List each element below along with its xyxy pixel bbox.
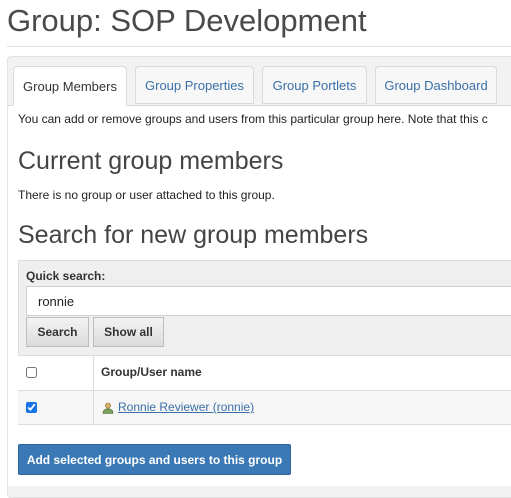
- tab-label: Group Properties: [145, 77, 244, 93]
- empty-members-note: There is no group or user attached to th…: [18, 188, 275, 202]
- column-header-name: Group/User name: [101, 365, 202, 379]
- tab-label: Group Dashboard: [384, 77, 488, 93]
- results-header-row: [18, 355, 511, 390]
- tab-group-members[interactable]: Group Members: [13, 66, 127, 106]
- add-selected-button[interactable]: Add selected groups and users to this gr…: [18, 444, 291, 475]
- show-all-button[interactable]: Show all: [93, 317, 164, 347]
- table-row: [18, 390, 511, 425]
- tab-label: Group Members: [23, 78, 117, 94]
- current-members-heading: Current group members: [18, 147, 284, 175]
- quick-search-label: Quick search:: [26, 269, 106, 283]
- quick-search-input[interactable]: [26, 286, 511, 316]
- tab-label: Group Portlets: [272, 77, 357, 93]
- user-link-ronnie[interactable]: Ronnie Reviewer (ronnie): [118, 400, 254, 414]
- row-checkbox[interactable]: [26, 402, 37, 413]
- select-all-checkbox[interactable]: [26, 367, 37, 378]
- search-members-heading: Search for new group members: [18, 221, 369, 249]
- page-title: Group: SOP Development: [7, 3, 367, 38]
- tab-group-dashboard[interactable]: Group Dashboard: [375, 66, 497, 104]
- tab-group-properties[interactable]: Group Properties: [135, 66, 254, 104]
- tab-group-portlets[interactable]: Group Portlets: [262, 66, 367, 104]
- intro-text: You can add or remove groups and users f…: [18, 112, 488, 126]
- column-divider: [93, 355, 94, 425]
- search-button[interactable]: Search: [26, 317, 89, 347]
- title-divider: [7, 46, 511, 47]
- user-icon: [102, 402, 114, 414]
